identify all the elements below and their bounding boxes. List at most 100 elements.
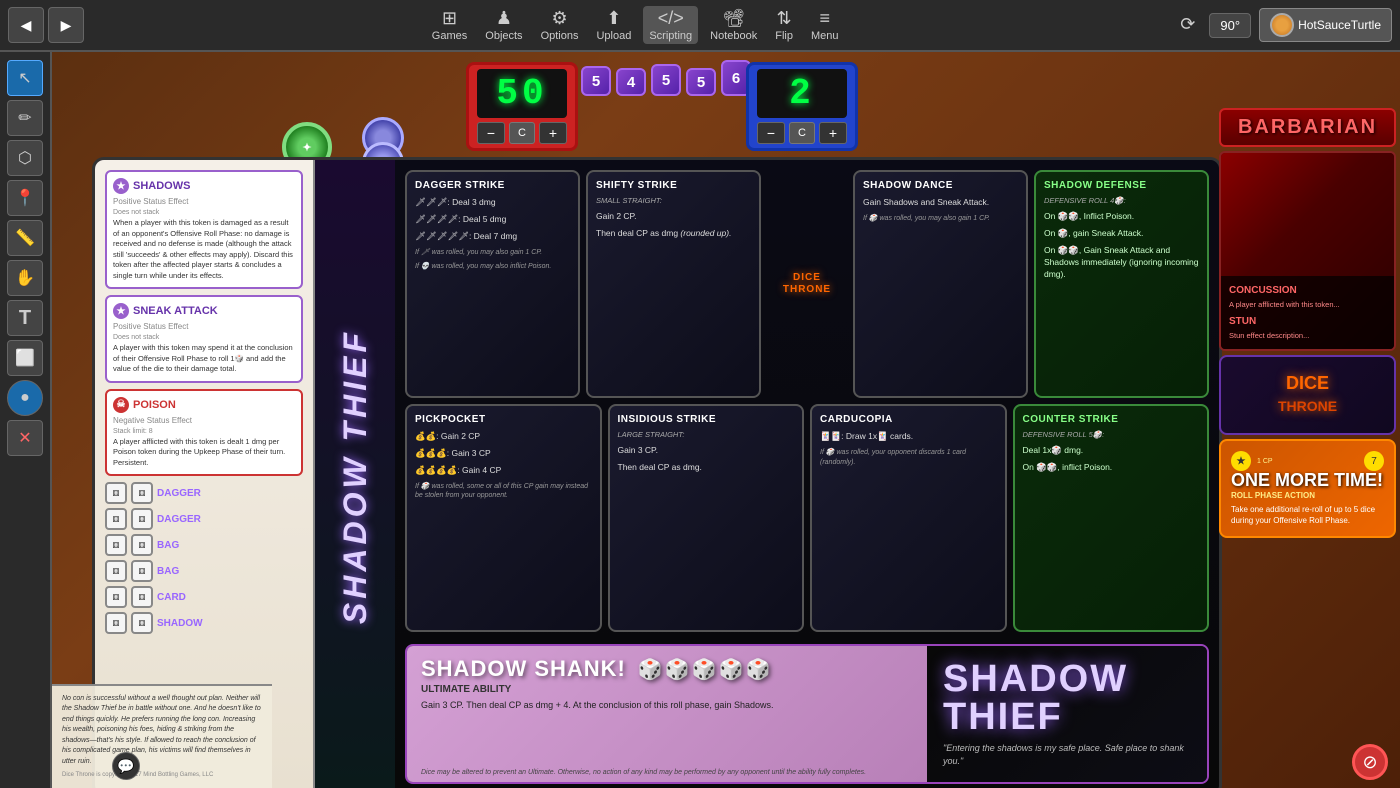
hand-tool[interactable]: ✋ [7, 260, 43, 296]
shifty-strike-card[interactable]: SHIFTY STRIKE SMALL STRAIGHT: Gain 2 CP.… [586, 170, 761, 398]
omt-cp-label: 1 CP [1257, 458, 1273, 465]
barbarian-card-text: CONCUSSION A player afflicted with this … [1221, 276, 1394, 349]
die-2[interactable]: 5 [581, 66, 611, 96]
poison-title: ☠ POISON [113, 397, 295, 413]
counter-strike-card[interactable]: COUNTER STRIKE DEFENSIVE ROLL 5🎲: Deal 1… [1013, 404, 1210, 632]
card-label: CARD [157, 592, 186, 603]
die-sm-1[interactable]: ⚅ [105, 482, 127, 504]
sdef-subtitle: DEFENSIVE ROLL 4🎲: [1044, 196, 1199, 205]
menu-tool[interactable]: ≡ Menu [805, 6, 845, 44]
die-sm-10[interactable]: ⚅ [131, 586, 153, 608]
poison-icon: ☠ [113, 397, 129, 413]
shifty-subtitle: SMALL STRAIGHT: [596, 196, 751, 205]
back-button[interactable]: ◀ [8, 7, 44, 43]
omt-header: ★ 1 CP 7 [1231, 451, 1384, 471]
flip-icon: ⇅ [777, 8, 792, 29]
toolbar-right: ⟳ 90° HotSauceTurtle [1174, 8, 1392, 42]
die-sm-12[interactable]: ⚅ [131, 612, 153, 634]
dice-throne-center: DICETHRONE [767, 170, 847, 398]
poison-stack: Stack limit: 8 [113, 428, 295, 435]
one-more-time-title: ONE MORE TIME! [1231, 471, 1384, 489]
red-minus-btn[interactable]: − [477, 122, 505, 144]
sdef-line3: On 🎲🎲, Gain Sneak Attack and Shadows imm… [1044, 245, 1199, 281]
blue-score-controls: − C + [757, 122, 847, 144]
dice-bag-1: ⚅ ⚅ BAG [105, 534, 303, 556]
barbarian-header: BARBARIAN [1219, 108, 1396, 147]
no-action-badge: ⊘ [1352, 744, 1388, 780]
upload-tool[interactable]: ⬆ Upload [590, 6, 637, 44]
token-tool[interactable]: ● [7, 380, 43, 416]
dice-card: ⚅ ⚅ CARD [105, 586, 303, 608]
insidious-title: INSIDIOUS STRIKE [618, 414, 795, 425]
options-tool[interactable]: ⚙ Options [535, 6, 585, 44]
shadows-title: ★ SHADOWS [113, 178, 295, 194]
shapes-tool[interactable]: ⬜ [7, 340, 43, 376]
die-sm-3[interactable]: ⚅ [105, 508, 127, 530]
text-tool[interactable]: T [7, 300, 43, 336]
shadows-stack: Does not stack [113, 209, 295, 216]
shadow-defense-card[interactable]: SHADOW DEFENSE DEFENSIVE ROLL 4🎲: On 🎲🎲,… [1034, 170, 1209, 398]
red-clear-btn[interactable]: C [509, 122, 535, 144]
pin-tool[interactable]: 📍 [7, 180, 43, 216]
die-sm-6[interactable]: ⚅ [131, 534, 153, 556]
flavor-copyright: Dice Throne is copyright 2017 Mind Bottl… [62, 771, 262, 780]
pp-line1: 💰💰: Gain 2 CP [415, 431, 592, 443]
die-sm-8[interactable]: ⚅ [131, 560, 153, 582]
chat-button[interactable]: 💬 [112, 752, 140, 780]
games-tool[interactable]: ⊞ Games [426, 6, 473, 44]
blue-minus-btn[interactable]: − [757, 122, 785, 144]
die-5[interactable]: 5 [686, 68, 716, 96]
ds-line5: If 💀 was rolled, you may also inflict Po… [415, 262, 570, 272]
dagger-strike-card[interactable]: DAGGER STRIKE 🗡🗡🗡: Deal 3 dmg 🗡🗡🗡🗡: Deal… [405, 170, 580, 398]
objects-icon: ♟ [496, 8, 512, 29]
objects-tool[interactable]: ♟ Objects [479, 6, 528, 44]
cs-line1: Deal 1x🎲 dmg. [1023, 445, 1200, 457]
cursor-tool[interactable]: ↖ [7, 60, 43, 96]
carducopia-card[interactable]: CARDUCOPIA 🃏🃏: Draw 1x🃏 cards. If 🎲 was … [810, 404, 1007, 632]
bag-label-2: BAG [157, 566, 179, 577]
flip-tool[interactable]: ⇅ Flip [769, 6, 799, 44]
shadow-defense-title: SHADOW DEFENSE [1044, 180, 1199, 191]
shadow-label: SHADOW [157, 618, 203, 629]
menu-label: Menu [811, 30, 839, 42]
die-sm-4[interactable]: ⚅ [131, 508, 153, 530]
ruler-tool[interactable]: 📏 [7, 220, 43, 256]
red-plus-btn[interactable]: + [539, 122, 567, 144]
omt-star: ★ [1231, 451, 1251, 471]
die-sm-7[interactable]: ⚅ [105, 560, 127, 582]
one-more-time-card[interactable]: ★ 1 CP 7 ONE MORE TIME! ROLL PHASE ACTIO… [1219, 439, 1396, 538]
die-3[interactable]: 4 [616, 68, 646, 96]
ultimate-type: ULTIMATE ABILITY [421, 684, 913, 695]
counter-subtitle: DEFENSIVE ROLL 5🎲: [1023, 430, 1200, 439]
forward-button[interactable]: ▶ [48, 7, 84, 43]
pickpocket-card[interactable]: PICKPOCKET 💰💰: Gain 2 CP 💰💰💰: Gain 3 CP … [405, 404, 602, 632]
die-sm-2[interactable]: ⚅ [131, 482, 153, 504]
rotation-badge: 90° [1209, 13, 1251, 38]
card-line2: If 🎲 was rolled, your opponent discards … [820, 448, 997, 468]
games-icon: ⊞ [442, 8, 457, 29]
stamp-tool[interactable]: ⬡ [7, 140, 43, 176]
die-sm-11[interactable]: ⚅ [105, 612, 127, 634]
insidious-subtitle: LARGE STRAIGHT: [618, 430, 795, 439]
upload-icon: ⬆ [606, 8, 621, 29]
shadow-dance-card[interactable]: SHADOW DANCE Gain Shadows and Sneak Atta… [853, 170, 1028, 398]
insidious-strike-card[interactable]: INSIDIOUS STRIKE LARGE STRAIGHT: Gain 3 … [608, 404, 805, 632]
ultimate-header: SHADOW SHANK! 🎲🎲🎲🎲🎲 [421, 656, 913, 682]
notebook-tool[interactable]: 📽 Notebook [704, 6, 763, 44]
rotate-tool[interactable]: ⟳ [1174, 12, 1201, 38]
scripting-tool[interactable]: </> Scripting [643, 6, 698, 44]
is-line1: Gain 3 CP. [618, 445, 795, 457]
blue-plus-btn[interactable]: + [819, 122, 847, 144]
die-sm-9[interactable]: ⚅ [105, 586, 127, 608]
cards-area: DAGGER STRIKE 🗡🗡🗡: Deal 3 dmg 🗡🗡🗡🗡: Deal… [395, 160, 1219, 788]
die-sm-5[interactable]: ⚅ [105, 534, 127, 556]
red-score-value: 50 [477, 69, 567, 118]
ultimate-card[interactable]: SHADOW SHANK! 🎲🎲🎲🎲🎲 ULTIMATE ABILITY Gai… [407, 646, 927, 782]
right-panel: BARBARIAN CONCUSSION A player afflicted … [1215, 104, 1400, 788]
ss-line1: Gain 2 CP. [596, 211, 751, 223]
die-4[interactable]: 5 [651, 64, 681, 96]
pp-line4: If 🎲 was rolled, some or all of this CP … [415, 482, 592, 502]
delete-tool[interactable]: ✕ [7, 420, 43, 456]
blue-clear-btn[interactable]: C [789, 122, 815, 144]
pencil-tool[interactable]: ✏ [7, 100, 43, 136]
